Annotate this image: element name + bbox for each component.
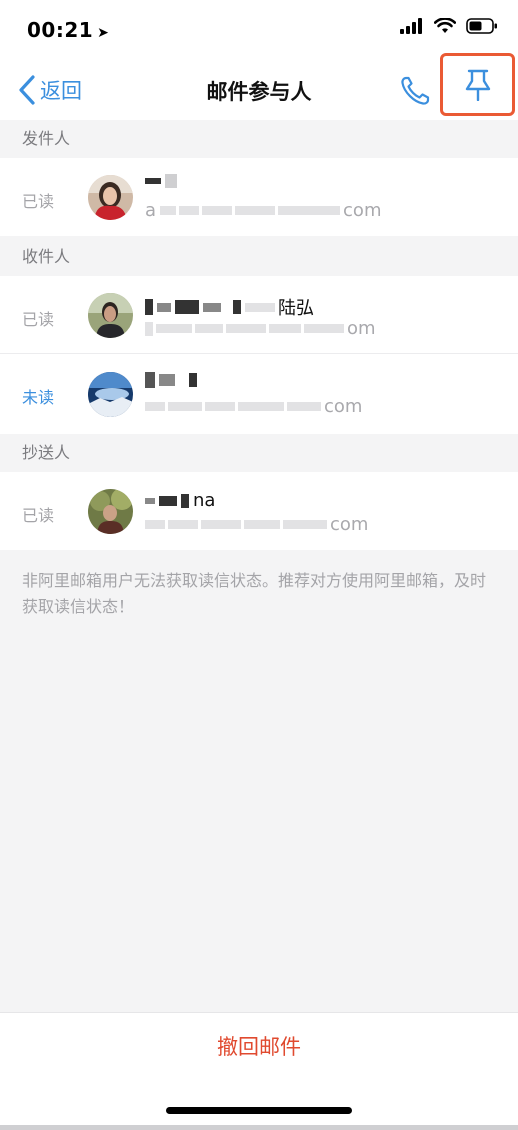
participant-email: om: [145, 318, 376, 339]
pin-button[interactable]: [440, 53, 515, 116]
redacted-name: [159, 495, 177, 506]
read-status-notice: 非阿里邮箱用户无法获取读信状态。推荐对方使用阿里邮箱，及时获取读信状态！: [22, 571, 487, 616]
redacted-email: [145, 402, 165, 411]
redacted-name: [145, 299, 153, 315]
redacted-name: [175, 300, 199, 314]
participant-email: com: [145, 514, 368, 535]
redacted-name: [159, 374, 175, 386]
participant-email: com: [145, 396, 362, 417]
redacted-email: [168, 402, 202, 411]
wifi-icon: [434, 18, 456, 33]
avatar: [88, 293, 133, 338]
participant-row-recipient[interactable]: 未读 com: [0, 354, 518, 434]
read-status: 未读: [22, 388, 55, 407]
redacted-name: [203, 302, 221, 312]
redacted-email: [179, 206, 200, 215]
redacted-email: [226, 324, 266, 333]
signal-icon: [400, 18, 422, 34]
redacted-name: [181, 493, 189, 508]
read-status: 已读: [22, 310, 55, 329]
redacted-email: [201, 520, 241, 529]
redacted-email: [235, 206, 276, 215]
section-header-cc: 抄送人: [0, 434, 518, 472]
screen-edge: [0, 1125, 518, 1130]
redacted-name: [165, 174, 177, 188]
redacted-email: [278, 206, 341, 215]
redacted-email: [269, 324, 301, 333]
participant-row-recipient[interactable]: 已读 陆弘 om: [0, 276, 518, 354]
redacted-email: [168, 520, 198, 529]
name-suffix: na: [193, 490, 216, 511]
redacted-name: [157, 302, 171, 312]
redacted-name: [233, 300, 241, 314]
read-status: 已读: [22, 192, 55, 211]
redacted-name: [145, 497, 155, 504]
redacted-email: [160, 206, 177, 215]
redacted-email: [244, 520, 280, 529]
avatar: [88, 489, 133, 534]
redacted-email: [195, 324, 223, 333]
avatar: [88, 372, 133, 417]
redacted-email: [287, 402, 321, 411]
redacted-email: [283, 520, 327, 529]
redacted-name: [245, 302, 275, 312]
participant-name: [145, 372, 201, 388]
email-suffix: com: [343, 200, 382, 221]
email-prefix: a: [145, 200, 157, 221]
redacted-email: [304, 324, 344, 333]
status-time: 00:21 ➤: [27, 18, 109, 42]
call-button[interactable]: [396, 72, 434, 110]
section-header-recipients: 收件人: [0, 238, 518, 276]
home-indicator[interactable]: [166, 1107, 352, 1114]
location-icon: ➤: [97, 25, 110, 41]
redacted-email: [145, 520, 165, 529]
participant-name: 陆弘: [145, 294, 314, 320]
email-suffix: om: [347, 318, 376, 339]
redacted-email: [145, 321, 153, 336]
redacted-email: [238, 402, 284, 411]
read-status: 已读: [22, 506, 55, 525]
battery-icon: [466, 18, 497, 34]
phone-icon: [401, 76, 430, 105]
pin-icon: [465, 69, 490, 101]
clock-text: 00:21: [27, 18, 94, 42]
recall-mail-button[interactable]: 撤回邮件: [0, 1031, 518, 1061]
participant-row-sender[interactable]: 已读 a com: [0, 158, 518, 236]
redacted-name: [189, 373, 197, 387]
redacted-email: [156, 324, 192, 333]
redacted-name: [145, 372, 155, 388]
participant-name: na: [145, 490, 215, 511]
status-icons: [400, 18, 498, 34]
participant-name: [145, 174, 181, 188]
status-bar: 00:21 ➤: [0, 0, 518, 60]
section-header-sender: 发件人: [0, 120, 518, 158]
participant-row-cc[interactable]: 已读 na com: [0, 472, 518, 550]
email-suffix: com: [324, 396, 363, 417]
avatar: [88, 175, 133, 220]
participant-email: a com: [145, 200, 381, 221]
redacted-name: [145, 178, 161, 184]
redacted-email: [202, 206, 233, 215]
name-suffix: 陆弘: [278, 298, 314, 319]
redacted-email: [205, 402, 235, 411]
email-suffix: com: [330, 514, 369, 535]
